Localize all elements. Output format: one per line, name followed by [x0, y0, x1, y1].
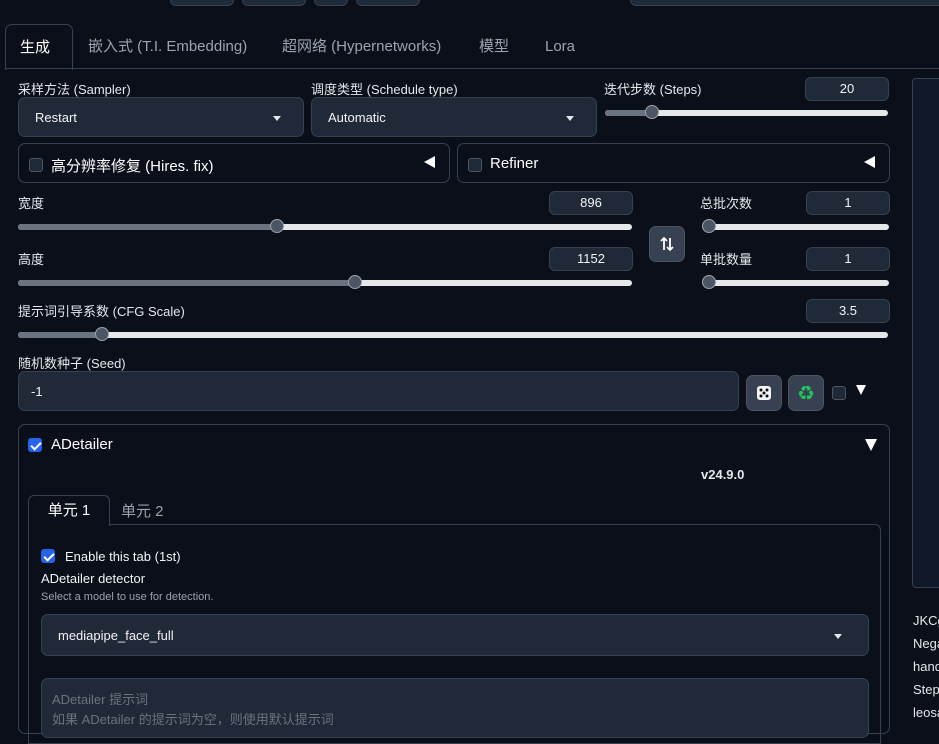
top-button-3[interactable]: [314, 0, 348, 6]
info-line: Nega: [913, 636, 939, 651]
detector-select[interactable]: mediapipe_face_full: [41, 614, 869, 656]
tab-embedding[interactable]: 嵌入式 (T.I. Embedding): [88, 24, 247, 69]
cfg-label: 提示词引导系数 (CFG Scale): [18, 304, 185, 319]
tab-generate[interactable]: 生成: [5, 24, 73, 70]
cfg-slider[interactable]: [18, 327, 888, 341]
detector-hint: Select a model to use for detection.: [41, 591, 214, 603]
dice-icon: [757, 386, 771, 400]
height-slider-thumb[interactable]: [348, 275, 362, 289]
adetailer-tab-content: Enable this tab (1st) ADetailer detector…: [28, 524, 881, 744]
refiner-accordion[interactable]: Refiner: [457, 143, 890, 183]
top-button-5[interactable]: [630, 0, 939, 6]
chevron-down-icon: [834, 634, 842, 639]
steps-slider-thumb[interactable]: [645, 105, 660, 119]
batch-count-slider[interactable]: [702, 219, 889, 233]
cfg-input[interactable]: 3.5: [806, 299, 890, 323]
adetailer-panel: ADetailer v24.9.0 单元 1 单元 2 Enable this …: [18, 424, 890, 744]
detector-label: ADetailer detector: [41, 571, 146, 586]
seed-value: -1: [31, 384, 43, 399]
adetailer-tab-1[interactable]: 单元 1: [28, 495, 110, 526]
height-input[interactable]: 1152: [549, 247, 633, 271]
adetailer-label: ADetailer: [51, 436, 113, 453]
width-slider[interactable]: [18, 219, 632, 233]
chevron-down-icon: [566, 116, 574, 121]
batch-count-label: 总批次数: [700, 196, 753, 211]
height-slider[interactable]: [18, 275, 632, 289]
enable-tab-label: Enable this tab (1st): [65, 549, 181, 564]
steps-input[interactable]: 20: [805, 77, 889, 101]
info-line: hand: [913, 659, 939, 674]
output-gallery: [912, 78, 939, 588]
adetailer-prompt-input[interactable]: ADetailer 提示词 如果 ADetailer 的提示词为空，则使用默认提…: [41, 678, 869, 738]
top-button-1[interactable]: [170, 0, 234, 6]
adetailer-version: v24.9.0: [701, 467, 745, 482]
hires-fix-checkbox[interactable]: [29, 158, 43, 172]
batch-size-slider-thumb[interactable]: [702, 275, 716, 289]
refiner-label: Refiner: [490, 155, 539, 172]
cfg-slider-thumb[interactable]: [95, 327, 110, 341]
batch-count-slider-thumb[interactable]: [702, 219, 716, 233]
width-slider-thumb[interactable]: [270, 219, 284, 233]
adetailer-prompt-placeholder: 如果 ADetailer 的提示词为空，则使用默认提示词: [52, 712, 334, 727]
batch-size-slider[interactable]: [702, 275, 889, 289]
sampler-label: 采样方法 (Sampler): [18, 82, 131, 97]
seed-input[interactable]: -1: [18, 371, 739, 411]
tab-models[interactable]: 模型: [479, 24, 509, 69]
steps-label: 迭代步数 (Steps): [604, 82, 702, 97]
schedule-value: Automatic: [328, 110, 386, 125]
chevron-down-icon: [273, 116, 281, 121]
width-label: 宽度: [18, 196, 45, 211]
collapse-down-icon[interactable]: [865, 439, 877, 451]
info-line: leosa: [913, 705, 939, 720]
hires-fix-label: 高分辨率修复 (Hires. fix): [51, 158, 214, 175]
hires-fix-accordion[interactable]: 高分辨率修复 (Hires. fix): [18, 143, 450, 183]
sampler-value: Restart: [35, 110, 77, 125]
top-button-4[interactable]: [356, 0, 420, 6]
batch-size-input[interactable]: 1: [806, 247, 890, 271]
extra-seed-checkbox[interactable]: [832, 386, 846, 400]
collapse-left-icon[interactable]: [864, 156, 875, 168]
adetailer-prompt-label: ADetailer 提示词: [52, 692, 149, 707]
enable-tab-checkbox[interactable]: [41, 549, 55, 563]
detector-value: mediapipe_face_full: [58, 628, 174, 643]
reuse-seed-button[interactable]: ♻: [788, 375, 824, 411]
tab-lora[interactable]: Lora: [545, 24, 575, 69]
random-seed-button[interactable]: [746, 375, 782, 411]
sampler-select[interactable]: Restart: [18, 97, 304, 137]
schedule-label: 调度类型 (Schedule type): [311, 82, 458, 97]
adetailer-checkbox[interactable]: [28, 438, 42, 452]
batch-count-input[interactable]: 1: [806, 191, 890, 215]
tab-hypernetworks[interactable]: 超网络 (Hypernetworks): [282, 24, 441, 69]
info-line: JKCg: [913, 613, 939, 628]
collapse-left-icon[interactable]: [424, 156, 435, 168]
top-button-2[interactable]: [242, 0, 306, 6]
seed-label: 随机数种子 (Seed): [18, 356, 126, 371]
batch-size-label: 单批数量: [700, 252, 753, 267]
swap-icon: [660, 236, 674, 252]
schedule-select[interactable]: Automatic: [311, 97, 597, 137]
height-label: 高度: [18, 252, 45, 267]
adetailer-tab-2[interactable]: 单元 2: [121, 500, 164, 521]
refiner-checkbox[interactable]: [468, 158, 482, 172]
width-input[interactable]: 896: [549, 191, 633, 215]
expand-down-icon[interactable]: [856, 385, 866, 395]
tab-divider: [5, 68, 939, 69]
swap-dimensions-button[interactable]: [649, 226, 685, 262]
info-line: Step: [913, 682, 939, 697]
generation-info: JKCg Nega hand Step leosa: [913, 609, 939, 724]
recycle-icon: ♻: [797, 381, 815, 405]
main-tabs: 生成 嵌入式 (T.I. Embedding) 超网络 (Hypernetwor…: [0, 24, 939, 70]
steps-slider[interactable]: [605, 105, 888, 119]
